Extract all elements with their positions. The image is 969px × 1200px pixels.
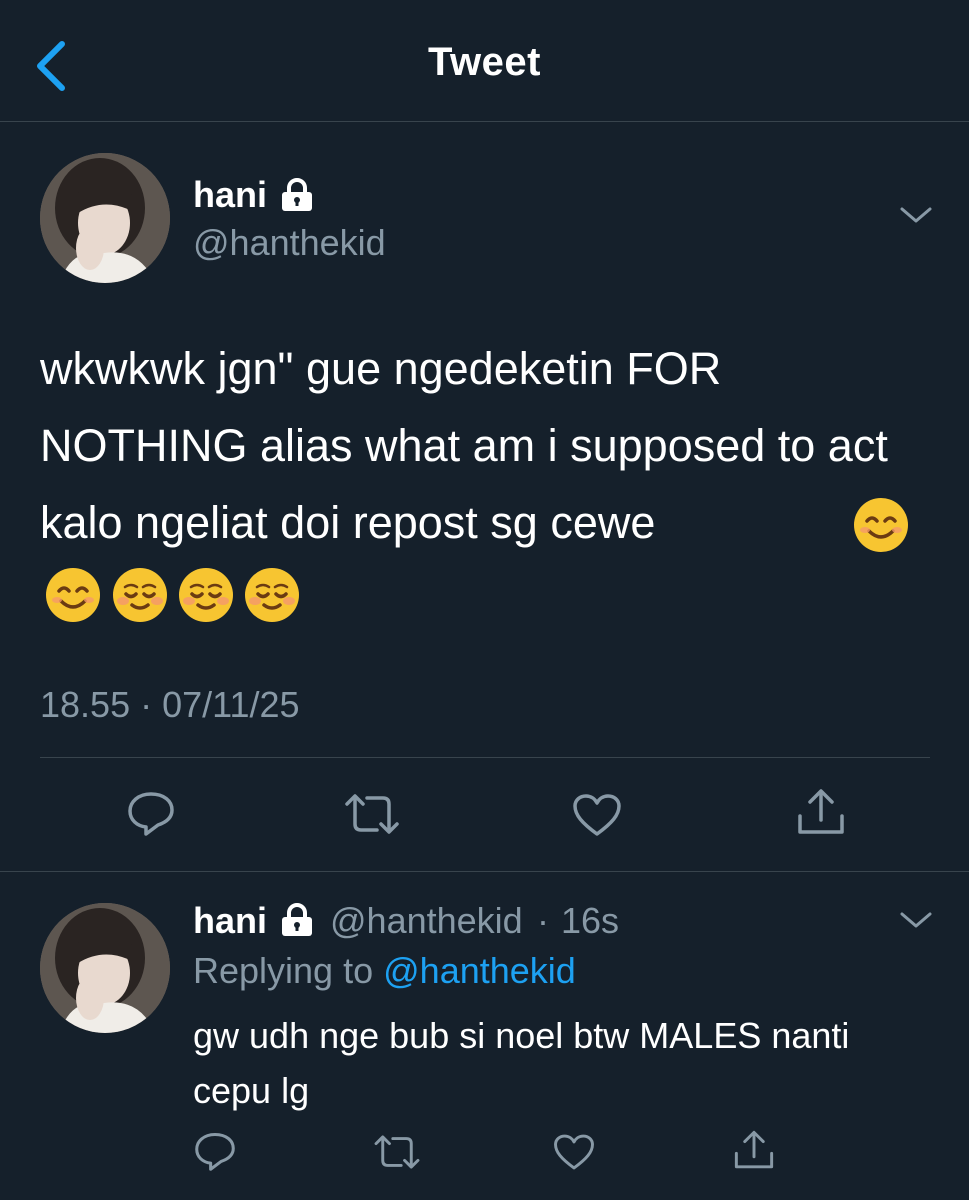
retweet-icon[interactable] (371, 1133, 423, 1171)
chevron-down-icon[interactable] (898, 908, 934, 932)
smiling-face-emoji (854, 498, 908, 552)
lock-icon (282, 178, 312, 211)
tweet-text-body: wkwkwk jgn" gue ngedeketin FOR NOTHING a… (40, 343, 888, 548)
reply-icon[interactable] (126, 790, 176, 836)
like-icon[interactable] (572, 793, 622, 837)
chevron-down-icon[interactable] (898, 203, 934, 227)
divider (0, 871, 969, 872)
divider (40, 757, 930, 758)
share-icon[interactable] (733, 1129, 775, 1171)
lock-icon (282, 903, 312, 936)
like-icon[interactable] (553, 1133, 595, 1171)
replying-to: Replying to @hanthekid (193, 950, 576, 992)
replying-to-link[interactable]: @hanthekid (383, 950, 576, 991)
top-nav-bar: Tweet (0, 0, 969, 122)
relieved-blush-emoji (179, 568, 233, 622)
relieved-blush-emoji (245, 568, 299, 622)
separator-dot: · (537, 900, 549, 941)
user-handle[interactable]: @hanthekid (330, 900, 523, 942)
smiling-face-emoji (46, 568, 100, 622)
retweet-icon[interactable] (341, 792, 403, 836)
reply-icon[interactable] (193, 1131, 237, 1171)
display-name[interactable]: hani (193, 174, 267, 216)
tweet-text: wkwkwk jgn" gue ngedeketin FOR NOTHING a… (40, 330, 940, 561)
relieved-blush-emoji (113, 568, 167, 622)
user-handle[interactable]: @hanthekid (193, 222, 386, 264)
tweet-timestamp[interactable]: 18.55 · 07/11/25 (40, 684, 300, 726)
reply-text: gw udh nge bub si noel btw MALES nanti c… (193, 1015, 850, 1111)
avatar[interactable] (40, 903, 170, 1033)
replying-to-label: Replying to (193, 950, 374, 991)
avatar[interactable] (40, 153, 170, 283)
display-name[interactable]: hani (193, 900, 267, 942)
share-icon[interactable] (796, 788, 846, 836)
page-title: Tweet (428, 40, 541, 84)
reply-time[interactable]: 16s (561, 900, 619, 942)
